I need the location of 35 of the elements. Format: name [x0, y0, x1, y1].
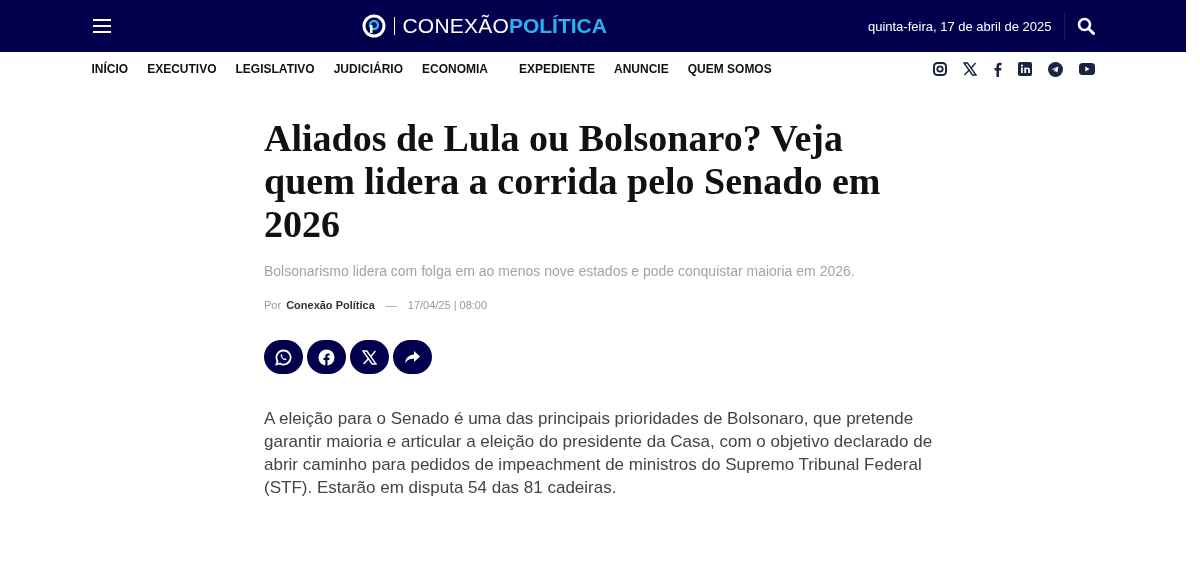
- publish-date: 17/04/25 | 08:00: [407, 299, 488, 311]
- instagram-icon[interactable]: [932, 62, 947, 76]
- article-paragraph: A eleição para o Senado é uma das principais prioridades de Bolsonaro, que pretende garantir maioria e articular a eleição do presidente da Casa, com o objetivo declarado de abrir caminho para pedidos de impeachment de ministros do Supremo Tribunal Federal (STF). Estarão em disputa 54 das 81 cadeiras.: [264, 408, 934, 499]
- article-subtitle: Bolsonarismo lidera com folga em ao menos nove estados e pode conquistar maioria em 2026.: [264, 263, 856, 279]
- logo-text[interactable]: CONEXÃO: [402, 14, 509, 38]
- nav-link[interactable]: INÍCIO: [91, 62, 129, 76]
- byline-separator: —: [385, 299, 397, 311]
- article-title: Aliados de Lula ou Bolsonaro? Veja quem lidera a corrida pelo Senado em 2026: [264, 117, 882, 246]
- nav-link[interactable]: ECONOMIA: [422, 62, 488, 76]
- x-share-button[interactable]: [350, 340, 389, 374]
- date-text: quinta-feira, 17 de abril de 2025: [867, 18, 1052, 34]
- facebook-icon: [318, 348, 335, 366]
- youtube-icon[interactable]: [1078, 63, 1095, 75]
- nav-link[interactable]: ANUNCIE: [614, 62, 669, 76]
- nav-link[interactable]: EXECUTIVO: [147, 62, 217, 76]
- whatsapp-icon: [275, 348, 292, 366]
- search-icon[interactable]: [1076, 17, 1095, 35]
- nav-link[interactable]: EXPEDIENTE: [519, 62, 596, 76]
- logo-text-accent[interactable]: POLÍTICA: [508, 14, 607, 38]
- telegram-icon[interactable]: [1047, 61, 1063, 77]
- menu-icon[interactable]: [92, 19, 111, 33]
- nav-link[interactable]: JUDICIÁRIO: [333, 62, 403, 76]
- facebook-share-button[interactable]: [307, 340, 346, 374]
- nav-link[interactable]: LEGISLATIVO: [235, 62, 315, 76]
- linkedin-icon[interactable]: [1017, 62, 1032, 76]
- share-button[interactable]: [393, 340, 432, 374]
- author-link[interactable]: Conexão Política: [286, 299, 375, 311]
- facebook-icon[interactable]: [992, 61, 1002, 77]
- x-icon: [362, 349, 377, 365]
- logo-icon: [361, 14, 386, 38]
- nav-link[interactable]: QUEM SOMOS: [687, 62, 772, 76]
- byline-prefix: Por: [264, 299, 282, 311]
- whatsapp-share-button[interactable]: [264, 340, 303, 374]
- x-icon[interactable]: [962, 62, 977, 76]
- share-arrow-icon: [404, 349, 421, 365]
